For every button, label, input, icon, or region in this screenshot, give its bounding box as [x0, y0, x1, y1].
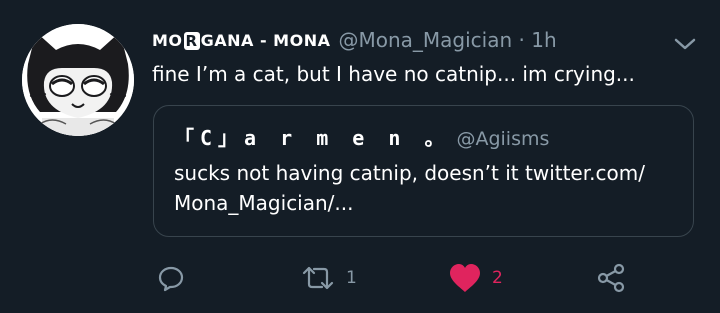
quoted-display-name: 「C」a r m e n 。: [174, 126, 451, 150]
share-icon: [597, 263, 625, 293]
reply-icon: [158, 266, 184, 292]
display-name-part1: MO: [152, 30, 183, 50]
retweet-button[interactable]: 1: [300, 258, 357, 298]
cat-avatar-icon: [22, 24, 134, 136]
tweet[interactable]: MO R GANA - MONA @Mona_Magician · 1h fine …: [0, 0, 720, 313]
like-count: 2: [492, 268, 503, 288]
handle-and-time[interactable]: @Mona_Magician · 1h: [338, 28, 556, 52]
registered-badge: R: [183, 31, 200, 50]
quoted-text-line: sucks not having catnip, doesn’t it twit…: [174, 161, 645, 185]
quoted-tweet-header: 「C」a r m e n 。 @Agiisms: [174, 122, 549, 151]
display-name-part2: GANA - MONA: [200, 30, 331, 50]
quoted-handle: @Agiisms: [456, 128, 550, 150]
chevron-down-icon[interactable]: [674, 36, 696, 50]
avatar[interactable]: [22, 24, 134, 136]
retweet-count: 1: [346, 268, 357, 288]
reply-button[interactable]: [157, 258, 185, 298]
quoted-text-line: Mona_Magician/...: [174, 191, 354, 215]
action-bar: 1 2: [0, 258, 720, 298]
heart-icon: [450, 264, 480, 292]
tweet-header: MO R GANA - MONA @Mona_Magician · 1h: [152, 25, 557, 55]
display-name[interactable]: MO R GANA - MONA: [152, 31, 330, 50]
quoted-tweet[interactable]: 「C」a r m e n 。 @Agiisms sucks not having…: [153, 105, 694, 237]
retweet-icon: [302, 266, 334, 290]
like-button[interactable]: 2: [448, 258, 503, 298]
tweet-text: fine I’m a cat, but I have no catnip... …: [152, 62, 635, 86]
share-button[interactable]: [596, 258, 626, 298]
quoted-tweet-text: sucks not having catnip, doesn’t it twit…: [174, 158, 684, 218]
